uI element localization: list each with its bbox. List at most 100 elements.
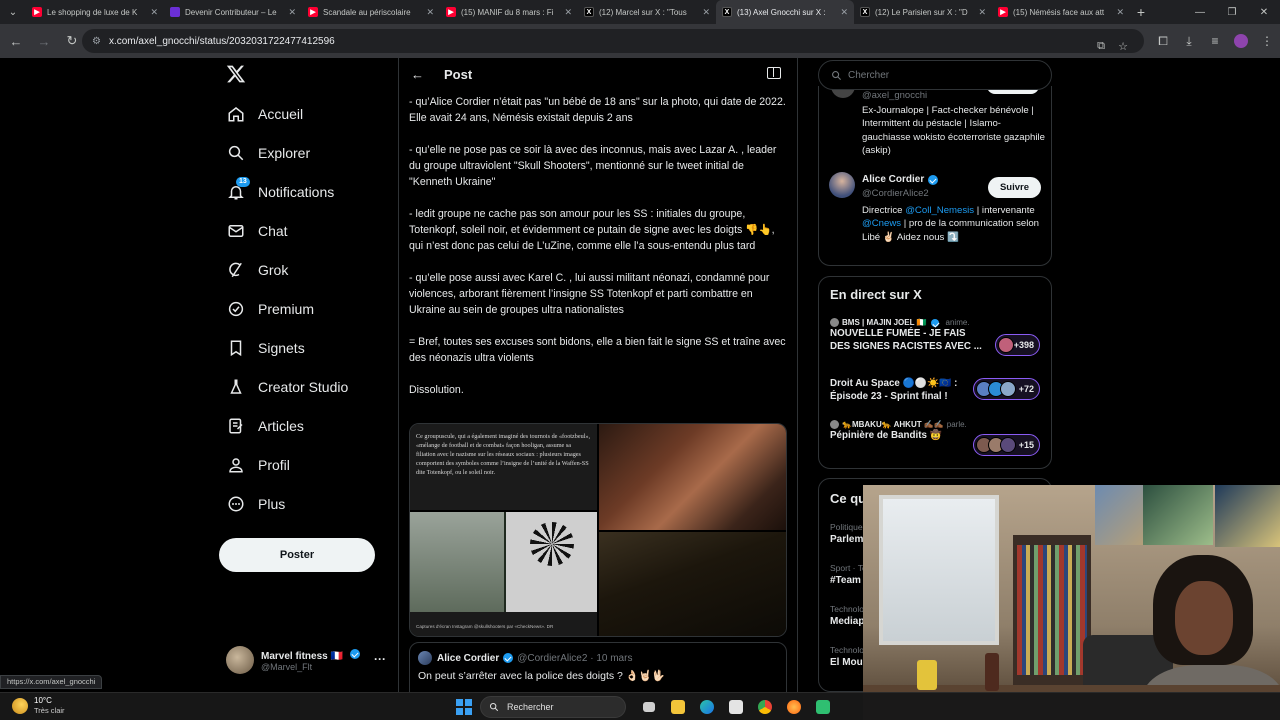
task-view-icon[interactable] [634, 696, 663, 718]
follow-button[interactable]: Suivre [988, 177, 1041, 198]
nav-label: Accueil [258, 106, 304, 122]
close-tab-icon[interactable]: ✕ [702, 7, 710, 18]
nav-creator-studio[interactable]: Creator Studio [226, 373, 348, 401]
close-window-icon[interactable]: ✕ [1248, 0, 1280, 24]
live-space-item[interactable]: Droit Au Space 🔵⚪☀️🇪🇺 : Épisode 23 - Spr… [830, 377, 1040, 403]
user-bio: Ex-Journalope | Fact-checker bénévole | … [862, 105, 1045, 156]
browser-tab[interactable]: Devenir Contributeur – Le ✕ [164, 0, 302, 24]
store-icon[interactable] [721, 696, 750, 718]
close-tab-icon[interactable]: ✕ [150, 7, 158, 18]
room-poster [1143, 485, 1213, 545]
search-input[interactable]: Chercher [818, 60, 1052, 90]
extensions-icon[interactable]: ⧠ [1150, 28, 1176, 54]
minimize-icon[interactable]: — [1184, 0, 1216, 24]
browser-tab-active[interactable]: X (13) Axel Gnocchi sur X : ✕ [716, 0, 854, 24]
maximize-icon[interactable]: ❐ [1216, 0, 1248, 24]
tweet-paragraph: = Bref, toutes ses excuses sont bidons, … [409, 336, 786, 364]
live-title: NOUVELLE FUMÉE - JE FAIS DES SIGNES RACI… [830, 328, 982, 352]
media-instagram-captures[interactable]: Captures d'écran Instagram @skullshooter… [410, 512, 597, 636]
start-icon[interactable] [456, 699, 472, 715]
nav-home[interactable]: Accueil [226, 100, 303, 128]
avatar [830, 318, 839, 327]
mention-link[interactable]: @Cnews [862, 218, 901, 229]
nav-notifications[interactable]: 13 Notifications [226, 177, 334, 206]
nav-more[interactable]: Plus [226, 490, 285, 518]
tab-search-icon[interactable]: ⌄ [0, 0, 26, 24]
quoted-tweet[interactable]: Alice Cordier @CordierAlice2 · 10 mars O… [409, 642, 787, 692]
close-tab-icon[interactable]: ✕ [840, 7, 848, 18]
browser-tab[interactable]: ▶ (15) Némésis face aux att ✕ [992, 0, 1130, 24]
nav-chat[interactable]: Chat [226, 217, 288, 245]
close-tab-icon[interactable]: ✕ [288, 7, 296, 18]
x-logo-icon[interactable] [226, 64, 248, 86]
article-icon [226, 416, 246, 436]
back-icon[interactable]: ← [4, 29, 28, 53]
download-icon[interactable]: ⤓ [1176, 28, 1202, 54]
nav-grok[interactable]: Grok [226, 256, 288, 284]
live-space-item[interactable]: BMS | MAJIN JOEL 🇨🇮 anime. NOUVELLE FUMÉE… [830, 318, 1040, 356]
avatar [226, 646, 254, 674]
site-info-icon[interactable]: ⚙ [92, 36, 101, 47]
browser-tab[interactable]: ▶ (15) MANIF du 8 mars : Fi ✕ [440, 0, 578, 24]
close-tab-icon[interactable]: ✕ [978, 7, 986, 18]
taskbar-search[interactable]: Rechercher [480, 696, 626, 718]
avatar[interactable] [829, 172, 855, 198]
profile-avatar-icon[interactable] [1228, 28, 1254, 54]
new-tab-icon[interactable]: + [1130, 4, 1152, 20]
reader-mode-icon[interactable] [767, 67, 781, 79]
user-name[interactable]: Alice Cordier [862, 174, 942, 185]
mention-link[interactable]: @Coll_Nemesis [905, 205, 974, 216]
account-switcher[interactable]: Marvel fitness 🇫🇷 @Marvel_Flt ··· [226, 642, 386, 678]
youtube-icon: ▶ [308, 7, 318, 17]
firefox-icon[interactable] [779, 696, 808, 718]
forward-icon[interactable]: → [32, 29, 56, 53]
file-explorer-icon[interactable] [663, 696, 692, 718]
trend-category: Technolo [830, 645, 865, 655]
bookmark-icon [226, 338, 246, 358]
chrome-icon[interactable] [750, 696, 779, 718]
app-icon[interactable] [808, 696, 837, 718]
live-space-item[interactable]: 🐆MBAKU🐆 AHKUT ✍🏾✍🏾 parle. Pépinière de Ba… [830, 420, 1040, 456]
search-placeholder: Chercher [848, 69, 890, 81]
browser-tab[interactable]: ▶ Le shopping de luxe de K ✕ [26, 0, 164, 24]
bookmark-star-icon[interactable]: ☆ [1112, 34, 1134, 58]
account-handle: @Marvel_Flt [261, 661, 313, 672]
close-tab-icon[interactable]: ✕ [426, 7, 434, 18]
edge-icon[interactable] [692, 696, 721, 718]
nav-bookmarks[interactable]: Signets [226, 334, 305, 362]
back-arrow-icon[interactable]: ← [411, 67, 424, 82]
close-tab-icon[interactable]: ✕ [1116, 7, 1124, 18]
black-sun-symbol [530, 522, 574, 566]
address-bar[interactable]: ⚙ x.com/axel_gnocchi/status/203203172247… [82, 29, 1144, 53]
browser-tab[interactable]: ▶ Scandale au périscolaire ✕ [302, 0, 440, 24]
media-photo-bar[interactable] [599, 424, 786, 530]
media-photo-group[interactable] [599, 532, 786, 636]
weather-desc: Très clair [34, 706, 65, 715]
trend-name[interactable]: Mediap [830, 616, 864, 627]
weather-widget[interactable]: 10°C Très clair [12, 696, 65, 716]
nav-profile[interactable]: Profil [226, 451, 290, 479]
nav-explore[interactable]: Explorer [226, 139, 310, 167]
browser-tab[interactable]: X (12) Le Parisien sur X : "D ✕ [854, 0, 992, 24]
media-article-excerpt[interactable]: Ce groupuscule, qui a également imaginé … [410, 424, 597, 510]
verified-icon [928, 174, 939, 185]
tweet-paragraph: - ledit groupe ne cache pas son amour po… [409, 208, 775, 252]
nav-articles[interactable]: Articles [226, 412, 304, 440]
x-icon: X [584, 7, 594, 17]
media-icon[interactable]: ≡ [1202, 28, 1228, 54]
post-button[interactable]: Poster [219, 538, 375, 572]
more-dots-icon[interactable]: ··· [374, 652, 386, 666]
close-tab-icon[interactable]: ✕ [564, 7, 572, 18]
main-column: ← Post - qu’Alice Cordier n’était pas "u… [398, 58, 798, 692]
browser-tab[interactable]: X (12) Marcel sur X : "Tous ✕ [578, 0, 716, 24]
tweet-media-grid[interactable]: Ce groupuscule, qui a également imaginé … [409, 423, 787, 637]
menu-kebab-icon[interactable]: ⋮ [1254, 28, 1280, 54]
listener-count-pill: +15 [973, 434, 1040, 456]
trend-name[interactable]: Parlem [830, 534, 863, 545]
reload-icon[interactable]: ↻ [60, 29, 84, 53]
youtube-icon: ▶ [446, 7, 456, 17]
nav-premium[interactable]: Premium [226, 295, 314, 323]
install-app-icon[interactable]: ⧉ [1090, 34, 1112, 58]
nav-label: Articles [258, 418, 304, 434]
trend-name[interactable]: #Team [830, 575, 861, 586]
